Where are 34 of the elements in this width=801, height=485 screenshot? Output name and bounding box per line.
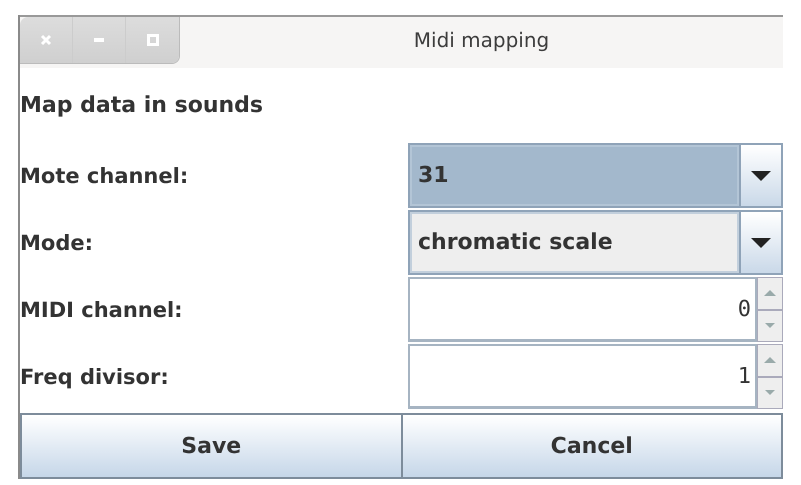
window-title: Midi mapping	[412, 27, 550, 54]
save-button[interactable]: Save	[20, 413, 402, 479]
minimize-icon	[94, 38, 104, 42]
number-field[interactable]: 0	[408, 277, 757, 342]
increment-button[interactable]	[757, 277, 783, 310]
up-arrow-icon	[764, 357, 776, 364]
field-label: MIDI channel:	[20, 296, 184, 324]
number-field[interactable]: 1	[408, 344, 757, 409]
minimize-button[interactable]	[73, 17, 126, 63]
down-arrow-icon	[765, 323, 775, 328]
field-label: Freq divisor:	[20, 364, 170, 390]
field-label: Mode:	[20, 230, 94, 256]
dropdown-value: 31	[410, 145, 739, 206]
number-value: 1	[738, 364, 751, 388]
dropdown-value: chromatic scale	[410, 212, 739, 273]
caret-icon	[751, 238, 771, 248]
dropdown-arrow-button[interactable]	[739, 145, 781, 206]
dropdown[interactable]: 31	[408, 143, 783, 208]
increment-button[interactable]	[757, 344, 783, 376]
caret-icon	[751, 170, 771, 180]
close-button[interactable]	[20, 17, 73, 63]
field-label: Mote channel:	[20, 162, 190, 190]
down-arrow-icon	[765, 390, 775, 396]
number-value: 0	[738, 296, 751, 322]
decrement-button[interactable]	[757, 310, 783, 342]
maximize-button[interactable]	[126, 17, 179, 63]
dropdown-arrow-button[interactable]	[739, 212, 781, 273]
section-heading: Map data in sounds	[20, 92, 263, 118]
decrement-button[interactable]	[757, 376, 783, 409]
close-icon	[40, 34, 52, 46]
cancel-button[interactable]: Cancel	[402, 413, 783, 479]
dropdown[interactable]: chromatic scale	[408, 210, 783, 275]
up-arrow-icon	[764, 290, 776, 296]
maximize-icon	[146, 34, 158, 46]
